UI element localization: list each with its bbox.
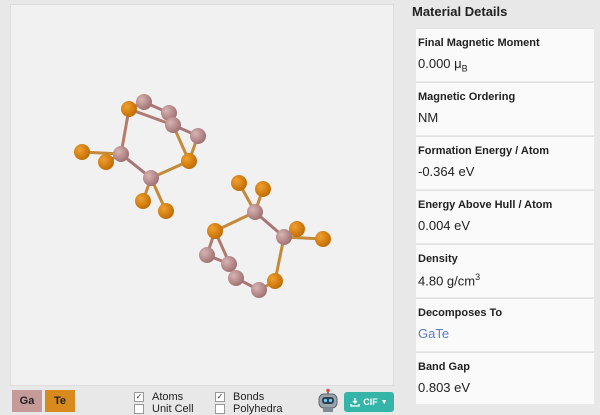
ga-atom [221, 256, 237, 272]
element-te-button[interactable]: Te [45, 390, 75, 412]
ga-atom [165, 117, 181, 133]
ga-atom [190, 128, 206, 144]
te-atom [74, 144, 90, 160]
download-icon [350, 398, 360, 407]
ga-atom [143, 170, 159, 186]
property-card: Band Gap 0.803 eV [416, 352, 594, 404]
te-atom [121, 101, 137, 117]
atoms [74, 94, 331, 298]
te-atom [255, 181, 271, 197]
te-atom [267, 273, 283, 289]
bonds-checkbox[interactable]: ✓ Bonds [215, 391, 264, 403]
property-card: Density 4.80 g/cm3 [416, 244, 594, 297]
bonds-cluster-2 [205, 181, 325, 292]
ga-atom [251, 282, 267, 298]
viewer-toolbar: Ga Te ✓ Atoms Unit Cell ✓ Bonds Polyhedr… [10, 388, 394, 415]
te-atom [231, 175, 247, 191]
ga-atom [228, 270, 244, 286]
element-ga-button[interactable]: Ga [12, 390, 42, 412]
ga-atom [247, 204, 263, 220]
structure-viewer[interactable] [10, 4, 394, 386]
checkbox-unchecked[interactable] [134, 404, 144, 414]
property-card: Decomposes To GaTe [416, 298, 594, 351]
panel-title: Material Details [412, 4, 508, 19]
checkbox-checked[interactable]: ✓ [215, 392, 225, 402]
ga-atom [113, 146, 129, 162]
te-atom [315, 231, 331, 247]
chevron-down-icon: ▼ [380, 398, 388, 406]
te-atom [207, 223, 223, 239]
te-atom [158, 203, 174, 219]
robot-icon[interactable] [315, 388, 341, 414]
ga-atom [136, 94, 152, 110]
property-card: Formation Energy / Atom -0.364 eV [416, 136, 594, 189]
property-card: Energy Above Hull / Atom 0.004 eV [416, 190, 594, 243]
te-atom [181, 153, 197, 169]
decomposes-to-link[interactable]: GaTe [418, 326, 594, 341]
cif-export-button[interactable]: CIF ▼ [344, 392, 394, 412]
te-atom [135, 193, 151, 209]
te-atom [98, 154, 114, 170]
ga-atom [276, 229, 292, 245]
unit-cell-checkbox[interactable]: Unit Cell [134, 403, 194, 415]
material-details-panel: Material Details Final Magnetic Moment 0… [410, 0, 600, 415]
checkbox-unchecked[interactable] [215, 404, 225, 414]
crystal-structure[interactable] [11, 5, 395, 387]
ga-atom [199, 247, 215, 263]
checkbox-checked[interactable]: ✓ [134, 392, 144, 402]
polyhedra-checkbox[interactable]: Polyhedra [215, 403, 283, 415]
property-card: Magnetic Ordering NM [416, 82, 594, 135]
atoms-checkbox[interactable]: ✓ Atoms [134, 391, 183, 403]
property-card: Final Magnetic Moment 0.000 μB [416, 28, 594, 81]
